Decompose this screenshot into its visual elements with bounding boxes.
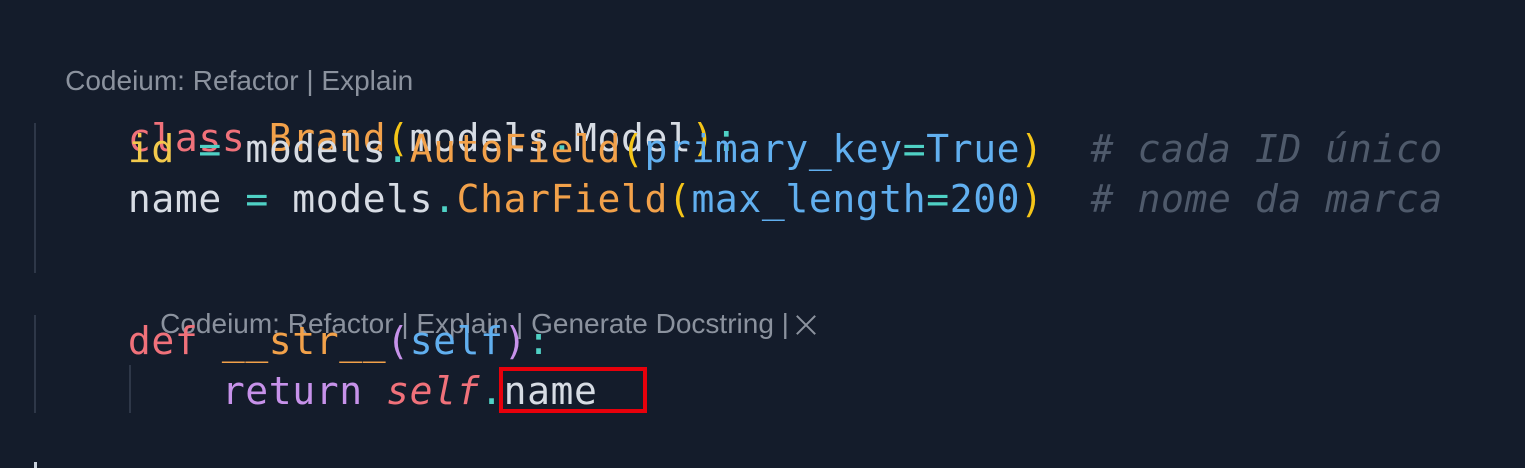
value-200: 200 — [949, 177, 1021, 221]
kwarg-equals: = — [902, 127, 927, 171]
text-cursor — [34, 462, 37, 468]
module-ref: models — [245, 127, 387, 171]
colon: : — [527, 319, 551, 363]
field-id: id — [127, 127, 175, 171]
field-type-autofield: AutoField — [409, 127, 622, 171]
keyword-return: return — [221, 369, 363, 413]
kwarg-equals: = — [926, 177, 950, 221]
comment-name: # nome da marca — [1090, 177, 1443, 221]
value-true: True — [926, 127, 1021, 171]
lens-generate-docstring-link[interactable]: Generate Docstring — [531, 308, 774, 339]
paren-open: ( — [621, 127, 645, 171]
assign-operator: = — [198, 127, 222, 171]
keyword-def: def — [127, 319, 199, 363]
self-ref: self — [386, 369, 481, 413]
assign-operator: = — [245, 177, 269, 221]
paren-open: ( — [667, 177, 692, 221]
dot-operator: . — [433, 177, 457, 221]
paren-close: ) — [503, 319, 528, 363]
method-name: __str__ — [221, 319, 387, 363]
paren-open: ( — [386, 319, 410, 363]
code-editor[interactable]: Codeium: Refactor | Explain class Brand(… — [0, 0, 1525, 468]
kwarg-max-length: max_length — [691, 177, 927, 221]
paren-close: ) — [1020, 177, 1044, 221]
code-line-3[interactable]: name = models.CharField(max_length=200) … — [34, 180, 1443, 256]
comment-id: # cada ID único — [1090, 127, 1443, 171]
field-type-charfield: CharField — [456, 177, 668, 221]
paren-close: ) — [1020, 127, 1044, 171]
field-name: name — [127, 177, 222, 221]
dot-operator: . — [386, 127, 410, 171]
close-icon[interactable] — [795, 313, 817, 335]
module-ref: models — [292, 177, 434, 221]
param-self: self — [409, 319, 504, 363]
highlight-box — [499, 367, 647, 413]
kwarg-primary-key: primary_key — [644, 127, 903, 171]
lens-separator: | — [773, 308, 789, 339]
